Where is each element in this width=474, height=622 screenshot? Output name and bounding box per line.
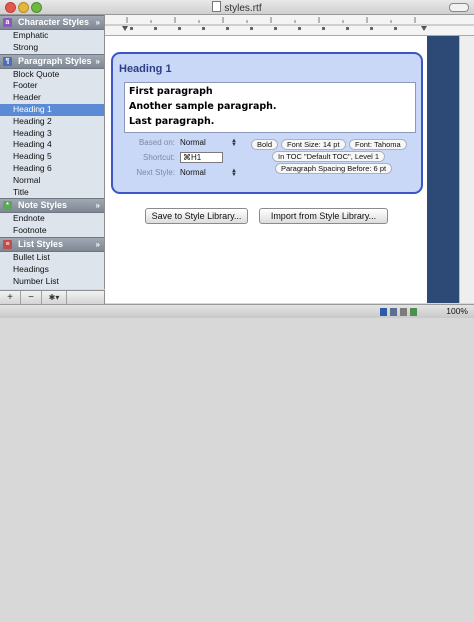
collapse-chevron-icon[interactable]: » [96, 16, 100, 29]
document-icon [212, 1, 222, 12]
shortcut-field[interactable]: ⌘H1 [180, 152, 223, 163]
style-item[interactable]: Heading 4 [0, 139, 104, 151]
outline-mode-icon [410, 308, 417, 316]
note-style-icon: * [3, 201, 12, 211]
attribute-chip-paragraph-spacing[interactable]: Paragraph Spacing Before: 6 pt [275, 163, 393, 174]
style-item[interactable]: Strong [0, 42, 104, 54]
section-header-note-styles[interactable]: * Note Styles » [0, 198, 104, 214]
remove-style-button[interactable]: − [21, 291, 42, 304]
save-to-style-library-button[interactable]: Save to Style Library... [145, 208, 248, 224]
text-mode-icon [380, 308, 387, 316]
collapse-chevron-icon[interactable]: » [96, 55, 100, 68]
preview-line: Last paragraph. [129, 116, 215, 127]
collapse-chevron-icon[interactable]: » [96, 238, 100, 251]
section-header-list-styles[interactable]: ≡ List Styles » [0, 236, 104, 252]
title-bar: styles.rtf [0, 0, 474, 15]
ruler[interactable] [105, 15, 474, 36]
style-item[interactable]: Header [0, 92, 104, 104]
toolbar-toggle-button[interactable] [449, 3, 469, 12]
style-item[interactable]: Footnote [0, 225, 104, 237]
style-preview: First paragraph Another sample paragraph… [124, 82, 416, 133]
zoom-level[interactable]: 100% [446, 306, 468, 316]
collapse-chevron-icon[interactable]: » [96, 199, 100, 212]
style-item[interactable]: Block Quote [0, 69, 104, 81]
style-item[interactable]: Footer [0, 80, 104, 92]
style-item[interactable]: Emphatic [0, 30, 104, 42]
attribute-chip-font[interactable]: Font: Tahoma [349, 139, 407, 150]
style-item[interactable]: Number List [0, 276, 104, 288]
status-icons [380, 308, 417, 316]
style-item[interactable]: Bullet List [0, 252, 104, 264]
list-style-icon: ≡ [3, 239, 12, 249]
action-menu-button[interactable]: ✱▾ [42, 291, 67, 304]
sidebar-bottom-bar: + − ✱▾ [0, 290, 105, 304]
section-header-paragraph-styles[interactable]: ¶ Paragraph Styles » [0, 53, 104, 69]
add-style-button[interactable]: + [0, 291, 21, 304]
style-item[interactable]: Headings [0, 264, 104, 276]
character-style-icon: a [3, 18, 12, 27]
popup-arrows-icon: ▲ ▼ [231, 168, 237, 178]
attribute-chip-bold[interactable]: Bold [251, 139, 279, 150]
style-item[interactable]: Title [0, 187, 104, 199]
vertical-scrollbar[interactable] [459, 36, 474, 303]
style-item[interactable]: Heading 6 [0, 163, 104, 175]
preview-line: First paragraph [129, 86, 213, 97]
shortcut-label: Shortcut: [142, 153, 175, 162]
paragraph-style-icon: ¶ [3, 56, 12, 66]
style-item[interactable]: Heading 2 [0, 116, 104, 128]
style-item[interactable]: Normal [0, 175, 104, 187]
horizontal-scrollbar[interactable] [105, 609, 363, 622]
section-header-character-styles[interactable]: a Character Styles » [0, 15, 104, 30]
status-bar: 100% [0, 304, 474, 318]
style-item[interactable]: Heading 3 [0, 128, 104, 140]
import-from-style-library-button[interactable]: Import from Style Library... [259, 208, 388, 224]
style-item[interactable]: Heading 5 [0, 151, 104, 163]
attribute-chip-toc[interactable]: In TOC "Default TOC", Level 1 [272, 151, 386, 162]
styles-sidebar: a Character Styles » Emphatic Strong ¶ P… [0, 15, 105, 289]
window-title: styles.rtf [0, 1, 474, 14]
style-name[interactable]: Heading 1 [119, 63, 172, 75]
based-on-label: Based on: [138, 138, 175, 147]
style-item-selected[interactable]: Heading 1 [0, 103, 104, 116]
page-edge [427, 36, 459, 303]
attribute-chip-font-size[interactable]: Font Size: 14 pt [281, 139, 346, 150]
page-mode-icon [400, 308, 407, 316]
layout-mode-icon [390, 308, 397, 316]
popup-arrows-icon: ▲ ▼ [231, 138, 237, 148]
preview-line: Another sample paragraph. [129, 101, 277, 112]
ruler-ticks [105, 17, 474, 31]
next-style-label: Next Style: [136, 168, 175, 177]
next-style-popup[interactable]: Normal [180, 168, 206, 177]
style-item[interactable]: Endnote [0, 213, 104, 225]
based-on-popup[interactable]: Normal [180, 138, 206, 147]
style-inspector-panel: Heading 1 First paragraph Another sample… [111, 52, 423, 194]
